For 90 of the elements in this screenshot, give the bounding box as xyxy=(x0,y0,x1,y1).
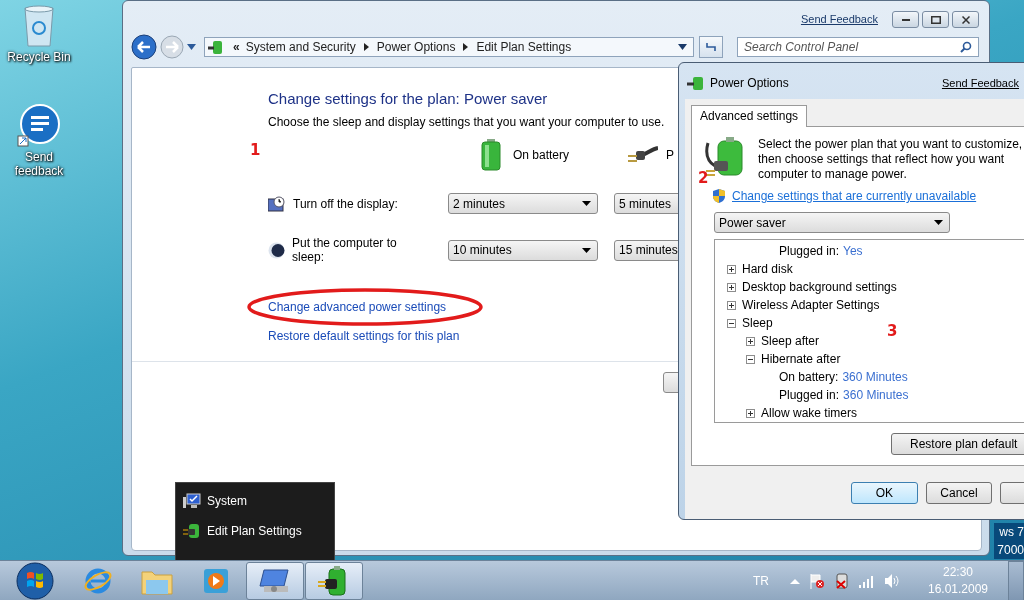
recycle-bin-icon[interactable] xyxy=(22,4,56,48)
tree-item[interactable]: On battery: xyxy=(779,370,839,384)
tree-item[interactable]: Hibernate after xyxy=(761,352,841,366)
search-field[interactable]: Search Control Panel xyxy=(737,37,979,57)
dropdown-arrow-icon xyxy=(582,247,591,253)
expander-icon[interactable] xyxy=(727,300,736,310)
power-plug-icon xyxy=(207,38,225,56)
chevron-icon[interactable] xyxy=(363,43,369,51)
tree-item[interactable]: Plugged in: xyxy=(779,244,840,258)
expander-icon[interactable] xyxy=(746,354,755,364)
minimize-button[interactable] xyxy=(892,11,919,28)
dropdown-arrow-icon[interactable] xyxy=(678,44,687,50)
play-icon xyxy=(201,566,231,596)
close-icon xyxy=(961,15,970,24)
setting-value[interactable]: 360 Minutes xyxy=(842,370,908,384)
speech-bubble-icon[interactable] xyxy=(16,104,62,148)
power-taskbar-button[interactable] xyxy=(305,562,363,600)
breadcrumb-overflow[interactable]: « xyxy=(233,40,240,54)
back-icon[interactable] xyxy=(131,34,157,60)
send-feedback-link[interactable]: Send Feedback xyxy=(941,77,1019,89)
battery-icon xyxy=(481,139,501,171)
dialog-button[interactable]: OK xyxy=(851,482,918,504)
setting-value[interactable]: 360 Minutes xyxy=(843,388,909,402)
wallpaper-text: 7000 xyxy=(996,542,1024,559)
expander-icon[interactable] xyxy=(727,282,736,292)
start-button[interactable] xyxy=(15,561,55,600)
setting-label: Turn off the display: xyxy=(293,196,398,211)
settings-tree[interactable]: 3 Plugged in: Yes Hard disk Desktop background settings Wireless Adapter Settings Sleep Sleep after Hibernate after On battery: 360 Minutes Plugged in: 360 Minutes Allow wake timers xyxy=(714,239,1024,423)
dropdown-arrow-icon[interactable] xyxy=(187,44,196,50)
tree-item[interactable]: Hard disk xyxy=(742,262,793,276)
breadcrumb-item[interactable]: Edit Plan Settings xyxy=(476,40,572,54)
expander-icon[interactable] xyxy=(746,336,755,346)
breadcrumb-item[interactable]: Power Options xyxy=(376,40,456,54)
moon-icon xyxy=(268,241,285,259)
refresh-button[interactable] xyxy=(699,36,723,58)
breadcrumb-item[interactable]: System and Security xyxy=(245,40,356,54)
dialog-button[interactable]: Cancel xyxy=(925,482,993,504)
close-button[interactable] xyxy=(952,11,979,28)
maximize-icon xyxy=(930,15,941,24)
page-description: Choose the sleep and display settings that you want your computer to use. xyxy=(268,115,665,129)
refresh-icon xyxy=(704,41,718,53)
window-title: Power Options xyxy=(710,76,789,90)
intro-text: computer to manage power. xyxy=(758,167,908,182)
intro-text: then choose settings that reflect how you want xyxy=(758,152,1006,167)
flag-error-icon[interactable] xyxy=(809,573,825,589)
tree-item[interactable]: Sleep after xyxy=(761,334,820,348)
maximize-button[interactable] xyxy=(922,11,949,28)
settings-link[interactable]: Restore default settings for this plan xyxy=(268,329,460,343)
tree-item[interactable]: Desktop background settings xyxy=(742,280,897,294)
dropdown-arrow-icon xyxy=(582,201,591,206)
browser-icon xyxy=(83,566,113,596)
power-plug-icon xyxy=(628,146,658,164)
wallpaper-text: ws 7 xyxy=(998,524,1024,541)
shield-icon xyxy=(712,188,726,204)
power-error-icon[interactable] xyxy=(834,573,850,589)
power-plug-icon xyxy=(687,75,705,91)
tab[interactable]: Advanced settings xyxy=(691,105,808,127)
expander-icon[interactable] xyxy=(727,264,736,274)
column-header: P xyxy=(666,148,674,162)
address-bar[interactable]: « System and Security Power Options Edit Plan Settings xyxy=(204,37,694,57)
restore-defaults-button[interactable]: Restore plan default xyxy=(891,433,1024,455)
jump-list-item[interactable]: System xyxy=(183,491,334,511)
monitor-clock-icon xyxy=(268,195,286,212)
page-heading: Change settings for the plan: Power saver xyxy=(268,90,548,107)
annotation-number: 2 xyxy=(698,169,709,187)
chevron-icon[interactable] xyxy=(463,43,469,51)
control-taskbar-button[interactable] xyxy=(246,562,304,600)
dropdown[interactable]: 10 minutes xyxy=(448,239,598,261)
expander-icon[interactable] xyxy=(746,408,755,418)
dropdown-arrow-icon xyxy=(934,220,943,225)
send-feedback-link[interactable]: Send Feedback xyxy=(800,13,878,25)
tree-item[interactable]: Sleep xyxy=(742,316,773,330)
tree-item[interactable]: Plugged in: xyxy=(779,388,840,402)
column-header: On battery xyxy=(513,148,570,162)
dropdown[interactable]: 2 minutes xyxy=(448,193,598,214)
search-icon[interactable] xyxy=(960,41,972,53)
setting-value[interactable]: Yes xyxy=(843,244,863,258)
tree-item[interactable]: Allow wake timers xyxy=(761,406,858,420)
annotation-number: 1 xyxy=(250,141,261,159)
monitor-check-icon xyxy=(183,493,201,509)
intro-text: Select the power plan that you want to customize, xyxy=(758,137,1023,152)
setting-label: Put the computer to sleep: xyxy=(292,236,398,264)
annotation-number: 3 xyxy=(887,322,898,340)
tree-item[interactable]: Wireless Adapter Settings xyxy=(742,298,880,312)
battery-plug-icon xyxy=(183,523,201,539)
minimize-icon xyxy=(901,18,910,21)
expander-icon[interactable] xyxy=(727,318,736,328)
admin-settings-link[interactable]: Change settings that are currently unavailable xyxy=(732,189,977,203)
plan-dropdown[interactable]: Power saver xyxy=(714,212,950,233)
jump-list-item[interactable]: Edit Plan Settings xyxy=(183,521,334,541)
